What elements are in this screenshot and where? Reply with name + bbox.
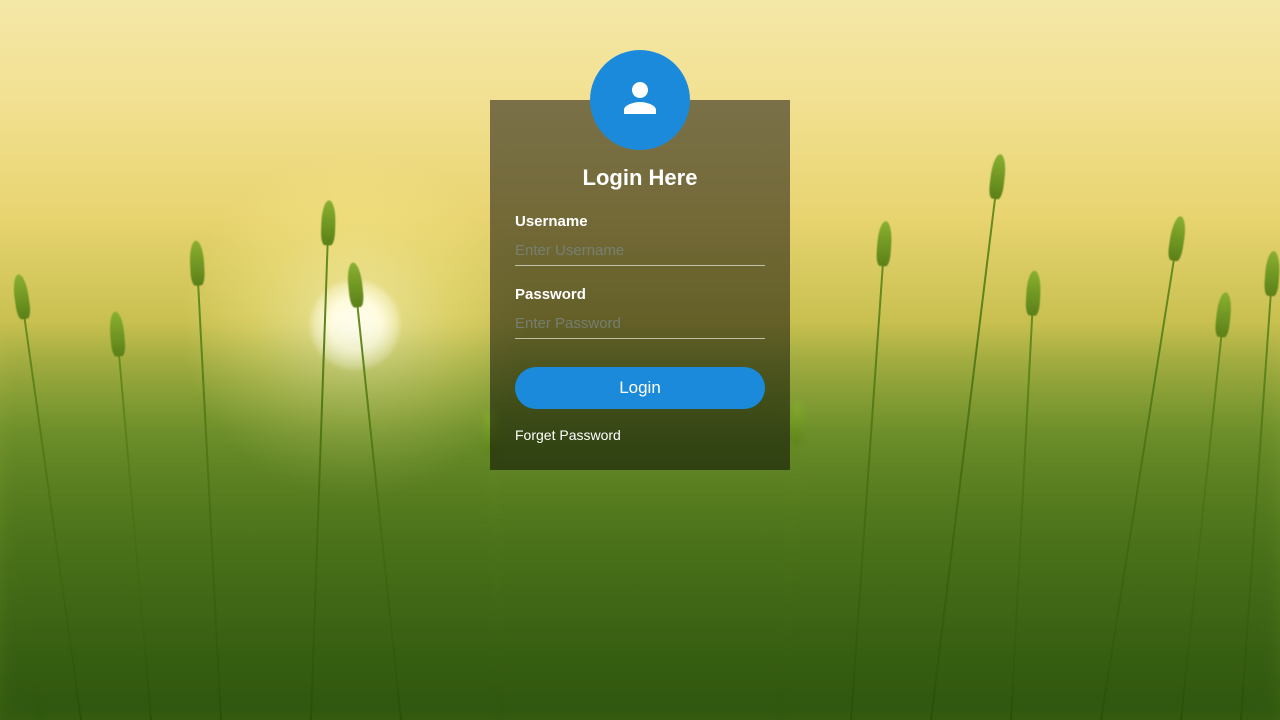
login-button[interactable]: Login	[515, 367, 765, 409]
username-label: Username	[515, 213, 765, 230]
password-group: Password	[515, 286, 765, 339]
person-icon	[616, 74, 664, 127]
forget-password-link[interactable]: Forget Password	[515, 427, 621, 443]
avatar-circle	[590, 50, 690, 150]
username-input[interactable]	[515, 236, 765, 266]
password-input[interactable]	[515, 309, 765, 339]
login-title: Login Here	[515, 165, 765, 191]
username-group: Username	[515, 213, 765, 266]
login-card: Login Here Username Password Login Forge…	[490, 100, 790, 470]
password-label: Password	[515, 286, 765, 303]
